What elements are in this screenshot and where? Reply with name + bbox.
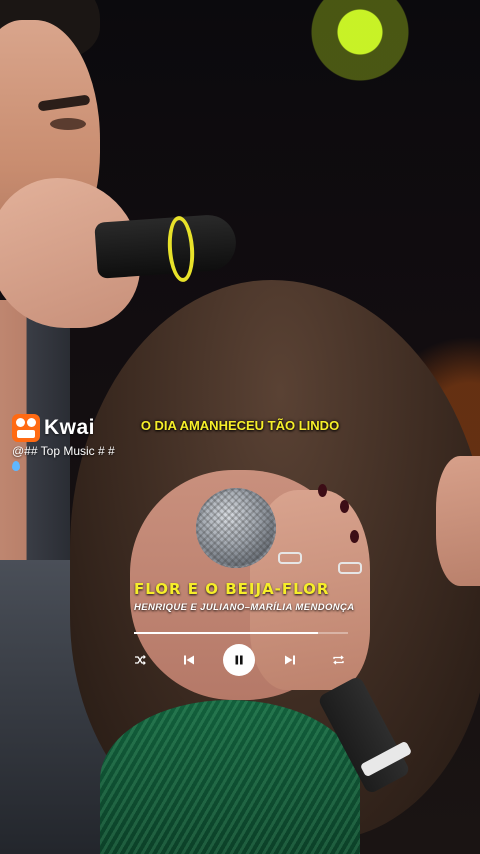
- scene-microphone-top: [94, 213, 238, 279]
- scene-ring: [278, 552, 302, 564]
- player-controls: [126, 644, 352, 676]
- scene-ring: [338, 562, 362, 574]
- lyric-line: O DIA AMANHECEU TÃO LINDO: [140, 418, 340, 433]
- scene-man-eye: [50, 118, 86, 130]
- water-drop-icon: [12, 461, 20, 471]
- video-frame[interactable]: Kwai @## Top Music # # O DIA AMANHECEU T…: [0, 0, 480, 854]
- scene-nail: [350, 530, 359, 543]
- song-title: FLOR E O BEIJA-FLOR: [134, 580, 330, 598]
- scene-right-hand: [436, 456, 480, 586]
- pause-button[interactable]: [223, 644, 255, 676]
- kwai-logo: Kwai: [12, 414, 95, 442]
- scene-nail: [340, 500, 349, 513]
- scene-microphone-mesh: [196, 488, 276, 568]
- skip-previous-icon[interactable]: [175, 646, 203, 674]
- scene-nail: [318, 484, 327, 497]
- kwai-logo-icon: [12, 414, 40, 442]
- shuffle-icon[interactable]: [126, 646, 154, 674]
- scene-green-dress: [100, 700, 360, 854]
- skip-next-icon[interactable]: [276, 646, 304, 674]
- kwai-brand-text: Kwai: [44, 416, 96, 439]
- song-artists: HENRIQUE E JULIANO–MARÍLIA MENDONÇA: [134, 602, 355, 613]
- kwai-username: @## Top Music # #: [12, 444, 115, 458]
- progress-bar[interactable]: [134, 632, 348, 634]
- pause-icon: [235, 655, 243, 665]
- repeat-icon[interactable]: [324, 646, 352, 674]
- progress-bar-fill: [134, 632, 319, 634]
